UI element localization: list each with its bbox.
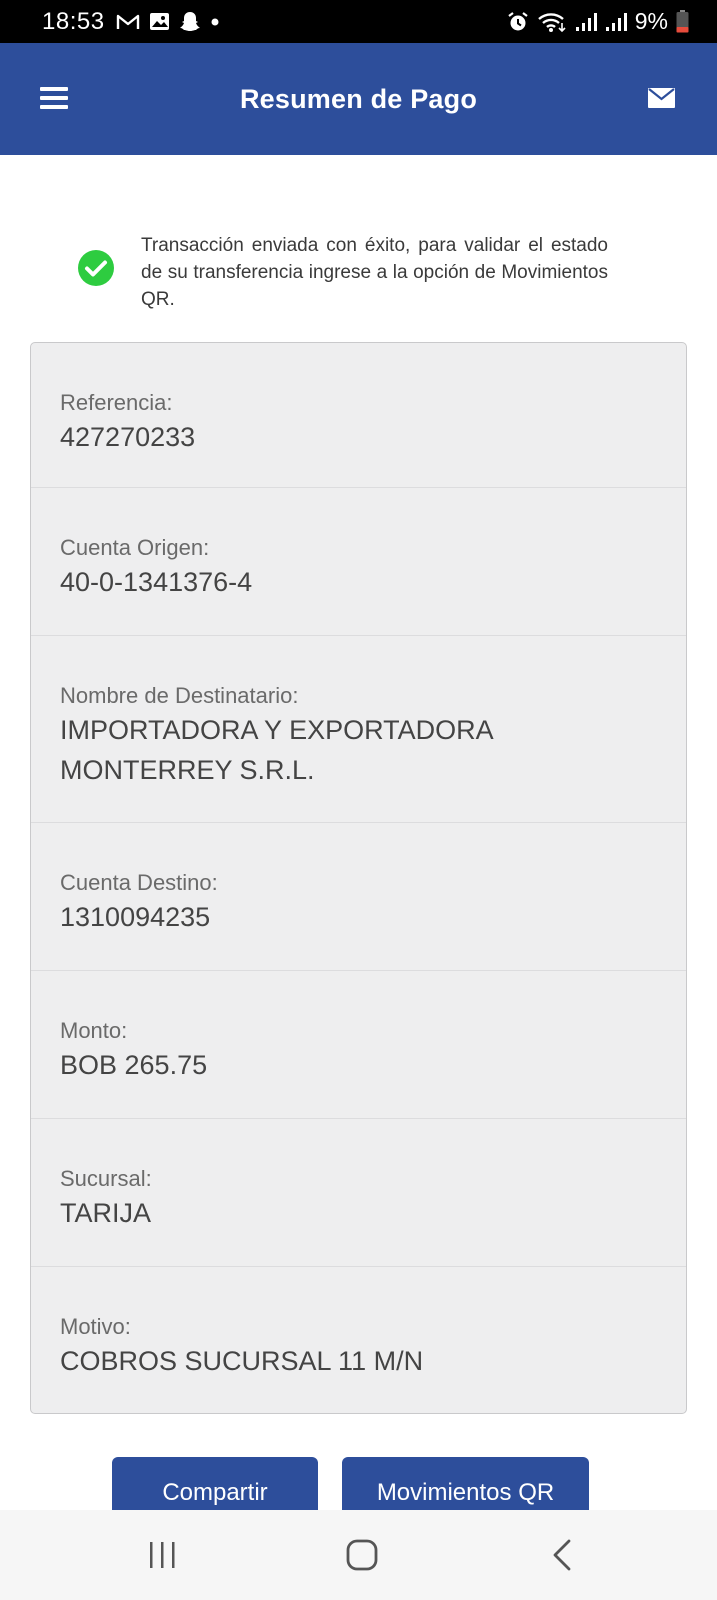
detail-label: Sucursal: — [60, 1166, 152, 1191]
detail-label: Motivo: — [60, 1314, 131, 1339]
signal-icon — [605, 12, 627, 32]
detail-label: Monto: — [60, 1018, 128, 1043]
detail-value: TARIJA — [60, 1198, 152, 1228]
detail-row-referencia: Referencia: 427270233 — [31, 343, 686, 488]
detail-row-cuenta-origen: Cuenta Origen: 40-0-1341376-4 — [31, 488, 686, 636]
detail-label: Referencia: — [60, 390, 173, 415]
snapchat-icon — [179, 11, 201, 32]
dot-icon — [210, 17, 220, 27]
payment-details-card: Referencia: 427270233 Cuenta Origen: 40-… — [30, 342, 687, 1414]
detail-value: 427270233 — [60, 422, 196, 452]
system-nav-bar — [0, 1510, 717, 1600]
menu-icon[interactable] — [40, 87, 68, 111]
home-icon[interactable] — [332, 1532, 392, 1578]
gallery-icon — [149, 12, 170, 31]
alarm-icon — [507, 11, 529, 33]
recents-icon[interactable] — [132, 1532, 192, 1578]
gmail-icon — [116, 13, 140, 31]
signal-icon — [575, 12, 597, 32]
detail-value: BOB 265.75 — [60, 1050, 208, 1080]
check-circle-icon — [78, 250, 114, 286]
detail-value: COBROS SUCURSAL 11 M/N — [60, 1346, 424, 1376]
battery-percentage: 9% — [634, 8, 668, 34]
back-icon[interactable] — [532, 1532, 592, 1578]
detail-value: 40-0-1341376-4 — [60, 567, 253, 597]
detail-value: IMPORTADORA Y EXPORTADORA MONTERREY S.R.… — [60, 715, 493, 785]
detail-row-sucursal: Sucursal: TARIJA — [31, 1119, 686, 1267]
battery-icon — [676, 10, 689, 33]
detail-row-nombre-destinatario: Nombre de Destinatario: IMPORTADORA Y EX… — [31, 636, 686, 823]
success-message: Transacción enviada con éxito, para vali… — [0, 232, 717, 312]
status-bar: 18:53 9% — [0, 0, 717, 43]
detail-label: Cuenta Destino: — [60, 870, 218, 895]
detail-row-cuenta-destino: Cuenta Destino: 1310094235 — [31, 823, 686, 971]
app-bar: Resumen de Pago — [0, 43, 717, 155]
success-text: Transacción enviada con éxito, para vali… — [141, 235, 608, 310]
mail-icon[interactable] — [648, 88, 675, 108]
detail-row-motivo: Motivo: COBROS SUCURSAL 11 M/N — [31, 1267, 686, 1413]
detail-value: 1310094235 — [60, 902, 211, 932]
detail-label: Nombre de Destinatario: — [60, 683, 299, 708]
detail-label: Cuenta Origen: — [60, 535, 210, 560]
detail-row-monto: Monto: BOB 265.75 — [31, 971, 686, 1119]
page-title: Resumen de Pago — [239, 83, 478, 114]
wifi-icon — [537, 11, 567, 33]
status-time: 18:53 — [42, 7, 105, 35]
